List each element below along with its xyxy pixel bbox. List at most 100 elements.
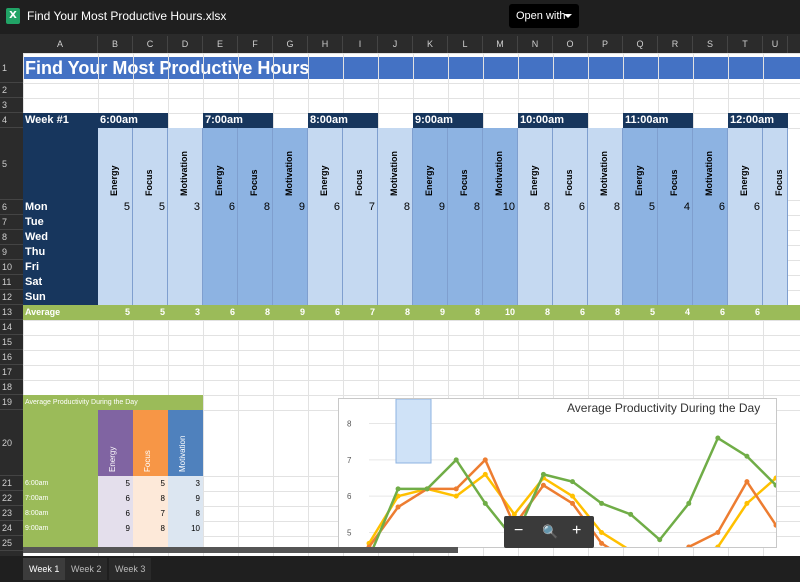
day-label[interactable]: Fri	[23, 260, 98, 275]
column-header[interactable]: J	[378, 36, 413, 53]
summary-value[interactable]: 5	[98, 476, 133, 491]
summary-value[interactable]: 10	[168, 521, 203, 536]
day-label[interactable]: Sat	[23, 275, 98, 290]
average-value[interactable]: 6	[553, 305, 588, 320]
column-header[interactable]: B	[98, 36, 133, 53]
sheet-tab[interactable]: Week 3	[109, 558, 152, 580]
summary-value[interactable]: 8	[133, 521, 168, 536]
summary-value[interactable]: 9	[98, 521, 133, 536]
summary-time[interactable]: 9:00am	[25, 521, 48, 536]
row-header[interactable]: 10	[0, 260, 23, 275]
value-cell[interactable]: 8	[238, 200, 273, 215]
average-value[interactable]: 5	[98, 305, 133, 320]
row-header[interactable]: 25	[0, 536, 23, 551]
row-header[interactable]: 4	[0, 113, 23, 128]
sheet-area[interactable]: ABCDEFGHIJKLMNOPQRSTU 1 2 3 4 5 6 7 8 9 10 11 12 13 1…	[0, 36, 800, 556]
summary-value[interactable]: 7	[133, 506, 168, 521]
value-cell[interactable]: 8	[518, 200, 553, 215]
summary-value[interactable]: 6	[98, 506, 133, 521]
value-cell[interactable]: 9	[273, 200, 308, 215]
week-label[interactable]: Week #1	[23, 113, 98, 128]
value-cell[interactable]: 5	[133, 200, 168, 215]
column-header[interactable]: F	[238, 36, 273, 53]
row-header[interactable]: 22	[0, 491, 23, 506]
summary-time[interactable]: 7:00am	[25, 491, 48, 506]
value-cell[interactable]: 6	[693, 200, 728, 215]
value-cell[interactable]	[763, 200, 788, 215]
row-header[interactable]: 3	[0, 98, 23, 113]
value-cell[interactable]: 5	[623, 200, 658, 215]
value-cell[interactable]: 8	[378, 200, 413, 215]
average-label[interactable]: Average	[25, 305, 60, 320]
hour-header[interactable]: 8:00am	[308, 113, 378, 128]
sheet-title-cell[interactable]: Find Your Most Productive Hours	[23, 57, 800, 79]
summary-time[interactable]: 8:00am	[25, 506, 48, 521]
summary-value[interactable]: 8	[133, 491, 168, 506]
column-header[interactable]: U	[763, 36, 788, 53]
hour-header[interactable]: 9:00am	[413, 113, 483, 128]
column-header[interactable]: A	[23, 36, 98, 53]
column-header[interactable]: G	[273, 36, 308, 53]
row-header[interactable]: 21	[0, 476, 23, 491]
row-header[interactable]: 15	[0, 335, 23, 350]
average-value[interactable]: 8	[518, 305, 553, 320]
column-header[interactable]: K	[413, 36, 448, 53]
row-header[interactable]: 12	[0, 290, 23, 305]
average-value[interactable]: 7	[343, 305, 378, 320]
value-cell[interactable]: 5	[98, 200, 133, 215]
average-value[interactable]: 9	[273, 305, 308, 320]
horizontal-scrollbar[interactable]	[23, 547, 458, 553]
value-cell[interactable]: 6	[203, 200, 238, 215]
hour-header[interactable]: 6:00am	[98, 113, 168, 128]
hour-header[interactable]: 7:00am	[203, 113, 273, 128]
row-header[interactable]: 17	[0, 365, 23, 380]
day-label[interactable]: Thu	[23, 245, 98, 260]
value-cell[interactable]: 4	[658, 200, 693, 215]
column-header[interactable]: N	[518, 36, 553, 53]
open-with-button[interactable]: Open with	[509, 4, 579, 28]
summary-value[interactable]: 6	[98, 491, 133, 506]
day-label[interactable]: Wed	[23, 230, 98, 245]
average-value[interactable]: 8	[448, 305, 483, 320]
summary-title[interactable]: Average Productivity During the Day	[23, 395, 203, 410]
value-cell[interactable]: 8	[588, 200, 623, 215]
average-value[interactable]: 8	[588, 305, 623, 320]
day-label[interactable]: Mon	[23, 200, 98, 215]
summary-time[interactable]: 6:00am	[25, 476, 48, 491]
value-cell[interactable]: 6	[308, 200, 343, 215]
column-header[interactable]: L	[448, 36, 483, 53]
value-cell[interactable]: 9	[413, 200, 448, 215]
day-label[interactable]: Tue	[23, 215, 98, 230]
value-cell[interactable]: 6	[553, 200, 588, 215]
row-header[interactable]: 2	[0, 83, 23, 98]
column-header[interactable]: I	[343, 36, 378, 53]
average-value[interactable]: 3	[168, 305, 203, 320]
average-value[interactable]: 6	[693, 305, 728, 320]
column-header[interactable]: S	[693, 36, 728, 53]
summary-value[interactable]: 8	[168, 506, 203, 521]
average-value[interactable]: 10	[483, 305, 518, 320]
row-header[interactable]: 11	[0, 275, 23, 290]
day-label[interactable]: Sun	[23, 290, 98, 305]
value-cell[interactable]: 10	[483, 200, 518, 215]
column-header[interactable]: E	[203, 36, 238, 53]
value-cell[interactable]: 3	[168, 200, 203, 215]
average-value[interactable]: 9	[413, 305, 448, 320]
hour-header[interactable]: 12:00am	[728, 113, 788, 128]
row-header[interactable]: 5	[0, 128, 23, 200]
column-header[interactable]: P	[588, 36, 623, 53]
sheet-tab[interactable]: Week 1	[23, 558, 66, 580]
value-cell[interactable]: 6	[728, 200, 763, 215]
row-header[interactable]: 13	[0, 305, 23, 320]
average-value[interactable]: 8	[238, 305, 273, 320]
row-header[interactable]: 1	[0, 53, 23, 83]
summary-value[interactable]: 9	[168, 491, 203, 506]
row-header[interactable]: 19	[0, 395, 23, 410]
zoom-out-button[interactable]: −	[514, 522, 523, 540]
row-header[interactable]: 7	[0, 215, 23, 230]
row-header[interactable]: 6	[0, 200, 23, 215]
column-header[interactable]: H	[308, 36, 343, 53]
row-header[interactable]: 18	[0, 380, 23, 395]
column-header[interactable]: C	[133, 36, 168, 53]
average-value[interactable]: 6	[728, 305, 763, 320]
